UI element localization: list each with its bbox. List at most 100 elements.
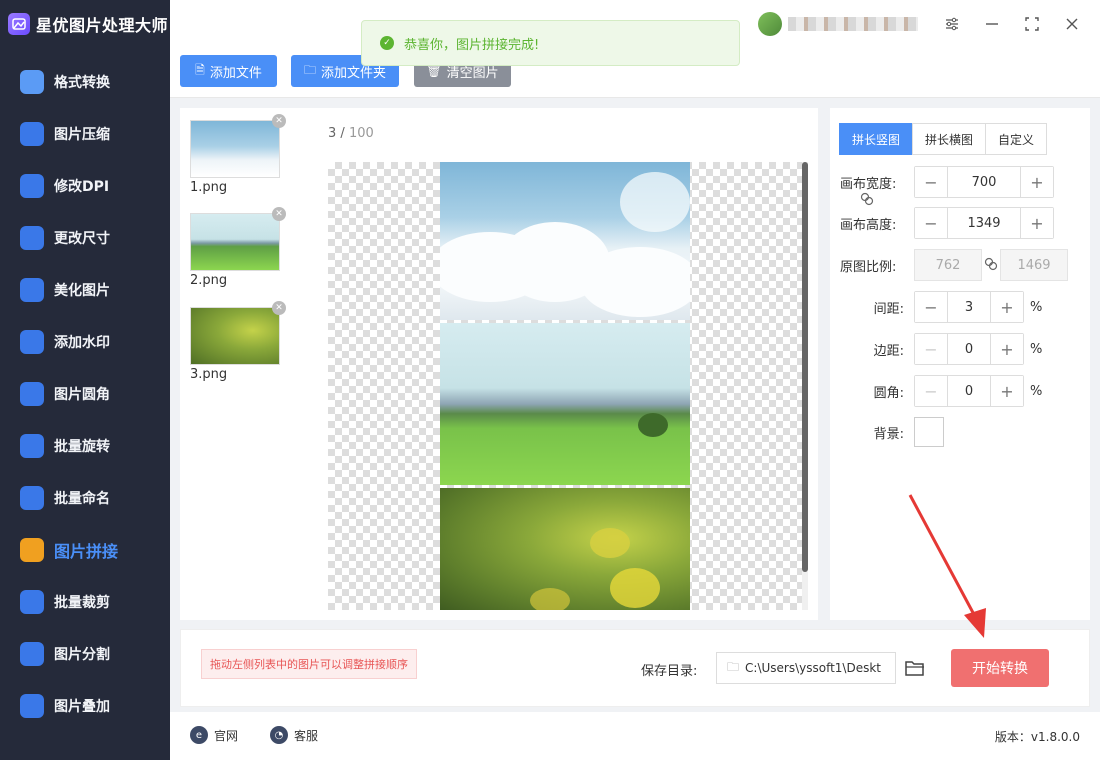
preview-scrollbar[interactable] xyxy=(802,162,808,610)
canvas-height-row: 画布高度: − 1349 + xyxy=(840,207,1054,239)
support-link[interactable]: ◔ 客服 xyxy=(270,726,318,744)
stitch-preview xyxy=(328,162,802,610)
blurred-username xyxy=(788,17,918,31)
radius-row: 圆角: − 0 + % xyxy=(840,375,1042,407)
sidebar-item-label: 更改尺寸 xyxy=(54,231,110,247)
brand: 星优图片处理大师 xyxy=(0,0,170,48)
margin-row: 边距: − 0 + % xyxy=(840,333,1042,365)
watermark-icon xyxy=(20,330,44,354)
dpi-icon xyxy=(20,174,44,198)
margin-unit: % xyxy=(1030,341,1043,357)
toast-message: 恭喜你，图片拼接完成! xyxy=(404,37,540,53)
tab-custom[interactable]: 自定义 xyxy=(985,123,1048,155)
preview-image-2 xyxy=(440,323,690,485)
stitched-image xyxy=(440,162,690,610)
website-link[interactable]: e 官网 xyxy=(190,726,238,744)
footer: e 官网 ◔ 客服 版本：v1.8.0.0 xyxy=(170,712,1100,760)
preview-image-3 xyxy=(440,488,690,610)
count-separator: / xyxy=(340,126,349,141)
browse-folder-icon[interactable] xyxy=(903,656,927,680)
sidebar-item[interactable]: 修改DPI xyxy=(0,160,170,212)
remove-file-icon[interactable]: ✕ xyxy=(272,301,286,315)
remove-file-icon[interactable]: ✕ xyxy=(272,207,286,221)
sidebar-item[interactable]: 更改尺寸 xyxy=(0,212,170,264)
radius-label: 圆角: xyxy=(873,385,904,401)
file-name: 1.png xyxy=(190,180,228,195)
avatar[interactable] xyxy=(758,12,782,36)
sidebar-item[interactable]: 格式转换 xyxy=(0,56,170,108)
sidebar-item[interactable]: 图片分割 xyxy=(0,628,170,680)
scroll-thumb[interactable] xyxy=(802,162,808,572)
sidebar-item[interactable]: 添加水印 xyxy=(0,316,170,368)
image-panel: ✕ 1.png ✕ 2.png ✕ 3.png 3 / 100 xyxy=(180,108,818,620)
image-counter: 3 / 100 xyxy=(328,126,374,141)
margin-increment[interactable]: + xyxy=(991,334,1023,364)
sidebar-item-label: 图片叠加 xyxy=(54,699,110,715)
spacing-decrement[interactable]: − xyxy=(915,292,947,322)
save-path-input[interactable]: 🗀 C:\Users\yssoft1\Deskt xyxy=(716,652,896,684)
file-icon: 🗎 xyxy=(195,62,205,77)
mode-tabs: 拼长竖图 拼长横图 自定义 xyxy=(839,123,1048,155)
sidebar-item-label: 美化图片 xyxy=(54,283,110,299)
thumbnail-3[interactable] xyxy=(190,307,280,365)
split-icon xyxy=(20,642,44,666)
version-text: 版本：v1.8.0.0 xyxy=(994,730,1080,744)
settings-sliders-icon[interactable] xyxy=(940,12,964,36)
sidebar-item[interactable]: 美化图片 xyxy=(0,264,170,316)
overlay-icon xyxy=(20,694,44,718)
radius-decrement[interactable]: − xyxy=(915,376,947,406)
resize-icon xyxy=(20,226,44,250)
ratio-width-field: 762 xyxy=(914,249,982,281)
sidebar-item-label: 添加水印 xyxy=(54,335,110,351)
add-file-button[interactable]: 🗎 添加文件 xyxy=(180,55,277,87)
minimize-icon[interactable] xyxy=(980,12,1004,36)
start-convert-button[interactable]: 开始转换 xyxy=(951,649,1049,687)
save-dir-label: 保存目录: xyxy=(641,664,698,679)
thumbnail-2[interactable] xyxy=(190,213,280,271)
file-item[interactable]: ✕ 2.png xyxy=(190,207,286,288)
canvas-height-increment[interactable]: + xyxy=(1021,208,1053,238)
file-name: 3.png xyxy=(190,367,228,382)
compress-icon xyxy=(20,122,44,146)
spacing-unit: % xyxy=(1030,299,1043,315)
file-item[interactable]: ✕ 3.png xyxy=(190,301,286,382)
sidebar-item[interactable]: 图片拼接 xyxy=(0,524,170,576)
app-logo-icon xyxy=(8,13,30,35)
margin-input[interactable]: 0 xyxy=(947,334,991,364)
maximize-icon[interactable] xyxy=(1020,12,1044,36)
background-color-swatch[interactable] xyxy=(914,417,944,447)
thumbnail-1[interactable] xyxy=(190,120,280,178)
radius-unit: % xyxy=(1030,383,1043,399)
user-area[interactable] xyxy=(758,12,918,36)
spacing-stepper: − 3 + xyxy=(914,291,1024,323)
tab-horizontal[interactable]: 拼长横图 xyxy=(912,123,987,155)
close-icon[interactable] xyxy=(1060,12,1084,36)
original-ratio-label: 原图比例: xyxy=(840,259,897,275)
file-item[interactable]: ✕ 1.png xyxy=(190,114,286,195)
folder-icon: 🗀 xyxy=(303,62,316,77)
canvas-height-decrement[interactable]: − xyxy=(915,208,947,238)
background-row: 背景: xyxy=(840,417,944,447)
sidebar-item[interactable]: 批量旋转 xyxy=(0,420,170,472)
remove-file-icon[interactable]: ✕ xyxy=(272,114,286,128)
radius-increment[interactable]: + xyxy=(991,376,1023,406)
spacing-input[interactable]: 3 xyxy=(947,292,991,322)
canvas-width-decrement[interactable]: − xyxy=(915,167,947,197)
support-label: 客服 xyxy=(294,728,319,743)
radius-input[interactable]: 0 xyxy=(947,376,991,406)
sidebar-item[interactable]: 批量命名 xyxy=(0,472,170,524)
sidebar-item[interactable]: 批量裁剪 xyxy=(0,576,170,628)
margin-decrement[interactable]: − xyxy=(915,334,947,364)
tab-vertical[interactable]: 拼长竖图 xyxy=(839,123,914,155)
canvas-width-increment[interactable]: + xyxy=(1021,167,1053,197)
spacing-label: 间距: xyxy=(873,301,904,317)
canvas-width-input[interactable]: 700 xyxy=(947,167,1021,197)
sidebar-item[interactable]: 图片压缩 xyxy=(0,108,170,160)
spacing-increment[interactable]: + xyxy=(991,292,1023,322)
sidebar-item[interactable]: 图片圆角 xyxy=(0,368,170,420)
sidebar-item[interactable]: 图片叠加 xyxy=(0,680,170,732)
canvas-height-input[interactable]: 1349 xyxy=(947,208,1021,238)
sidebar-item-label: 格式转换 xyxy=(54,75,110,91)
sidebar-item-label: 批量裁剪 xyxy=(54,595,110,611)
trash-icon: 🗑 xyxy=(426,64,442,78)
